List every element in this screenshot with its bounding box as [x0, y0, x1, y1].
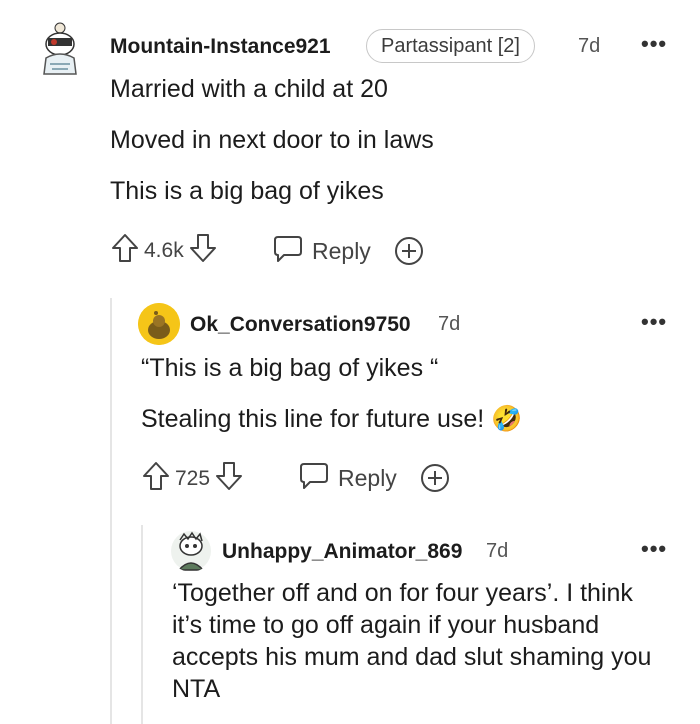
avatar[interactable]: [138, 303, 180, 345]
downvote-icon[interactable]: [214, 460, 244, 497]
reply-icon: [298, 461, 330, 496]
username[interactable]: Mountain-Instance921: [110, 35, 331, 59]
downvote-icon[interactable]: [188, 232, 218, 269]
timestamp[interactable]: 7d: [578, 35, 600, 58]
vote-controls: 725: [141, 460, 244, 497]
reply-button[interactable]: Reply: [272, 234, 371, 269]
vote-count: 4.6k: [144, 238, 184, 262]
comment-text-line: “This is a big bag of yikes “: [141, 354, 439, 382]
more-options-button[interactable]: •••: [641, 31, 667, 57]
upvote-icon[interactable]: [110, 232, 140, 269]
more-options-button[interactable]: •••: [641, 536, 667, 562]
award-button[interactable]: [393, 235, 425, 272]
plus-circle-icon: [419, 462, 451, 499]
reply-icon: [272, 234, 304, 269]
plus-circle-icon: [393, 235, 425, 272]
upvote-icon[interactable]: [141, 460, 171, 497]
reply-label: Reply: [338, 465, 397, 491]
username[interactable]: Ok_Conversation9750: [190, 313, 411, 337]
comment-text-line: Moved in next door to in laws: [110, 126, 434, 154]
reply-button[interactable]: Reply: [298, 461, 397, 496]
vote-count: 725: [175, 466, 211, 490]
avatar[interactable]: [170, 530, 212, 572]
comment-text-line: This is a big bag of yikes: [110, 177, 384, 205]
user-flair: Partassipant [2]: [366, 29, 535, 63]
timestamp[interactable]: 7d: [438, 313, 460, 336]
more-options-button[interactable]: •••: [641, 309, 667, 335]
reply-label: Reply: [312, 238, 371, 264]
comment-text: ‘Together off and on for four years’. I …: [172, 579, 652, 703]
thread-line: [110, 298, 112, 724]
comment-text-line: Married with a child at 20: [110, 75, 388, 103]
avatar[interactable]: [38, 20, 82, 76]
comment-text-line: Stealing this line for future use! 🤣: [141, 405, 523, 433]
username[interactable]: Unhappy_Animator_869: [222, 540, 462, 564]
vote-controls: 4.6k: [110, 232, 218, 269]
award-button[interactable]: [419, 462, 451, 499]
thread-line: [141, 525, 143, 724]
timestamp[interactable]: 7d: [486, 540, 508, 563]
